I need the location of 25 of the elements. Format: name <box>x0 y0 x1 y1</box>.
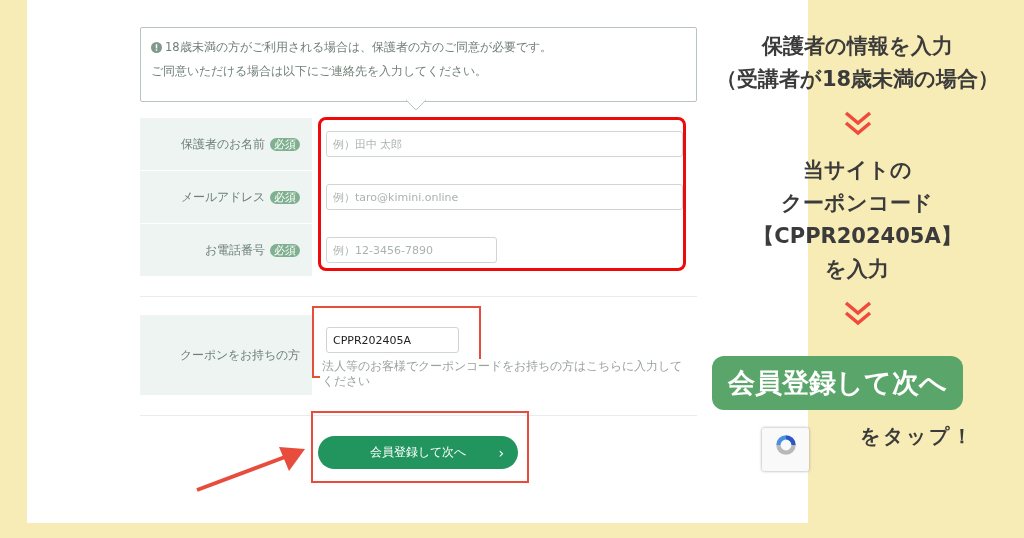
field-label: 保護者のお名前 <box>181 135 265 153</box>
instruction-text: 保護者の情報を入力 <box>762 33 953 60</box>
coupon-field[interactable]: CPPR202405A <box>326 327 459 353</box>
instruction-text: （受講者が18歳未満の場合） <box>715 66 1000 93</box>
double-chevron-icon <box>842 300 873 326</box>
instruction-text: 【CPPR202405A】 <box>753 223 962 250</box>
exclamation-icon <box>151 42 162 53</box>
instruction-text: をタップ！ <box>860 423 975 450</box>
instruction-text: を入力 <box>825 256 890 283</box>
field-label: クーポンをお持ちの方 <box>180 346 300 364</box>
notice-text: ご同意いただける場合は以下にご連絡先を入力してください。 <box>151 64 487 79</box>
instruction-text: クーポンコード <box>781 190 934 217</box>
double-chevron-icon <box>842 110 873 136</box>
field-label: メールアドレス <box>181 188 265 206</box>
required-badge: 必須 <box>270 190 300 204</box>
instruction-text: 当サイトの <box>803 157 912 184</box>
required-badge: 必須 <box>270 137 300 151</box>
register-next-button[interactable]: 会員登録して次へ › <box>318 436 518 469</box>
notice-text: 18歳未満の方がご利用される場合は、保護者の方のご同意が必要です。 <box>165 40 552 55</box>
register-button-callout: 会員登録して次へ <box>712 356 963 410</box>
required-badge: 必須 <box>270 243 300 257</box>
input-field[interactable]: 例）12-3456-7890 <box>326 237 497 263</box>
input-field[interactable]: 例）taro@kimini.online <box>326 184 683 210</box>
field-label: お電話番号 <box>205 241 265 259</box>
input-field[interactable]: 例）田中 太郎 <box>326 131 683 157</box>
